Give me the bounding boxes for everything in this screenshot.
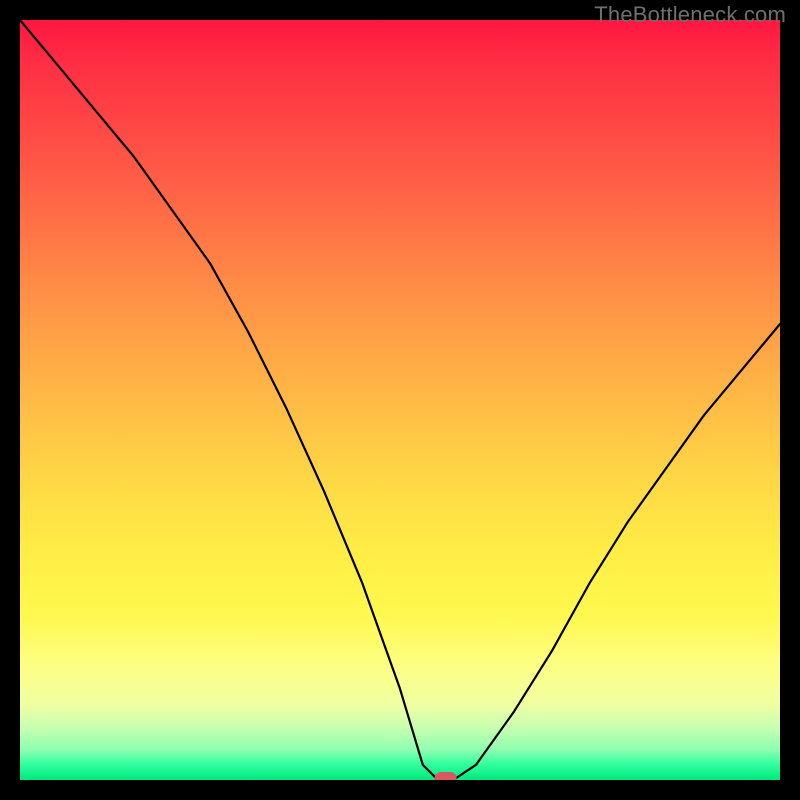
curve-layer bbox=[20, 20, 780, 780]
watermark-text: TheBottleneck.com bbox=[594, 2, 786, 28]
plot-area bbox=[20, 20, 780, 780]
optimum-marker bbox=[435, 772, 457, 780]
chart-frame: TheBottleneck.com bbox=[0, 0, 800, 800]
bottleneck-curve-path bbox=[20, 20, 780, 780]
